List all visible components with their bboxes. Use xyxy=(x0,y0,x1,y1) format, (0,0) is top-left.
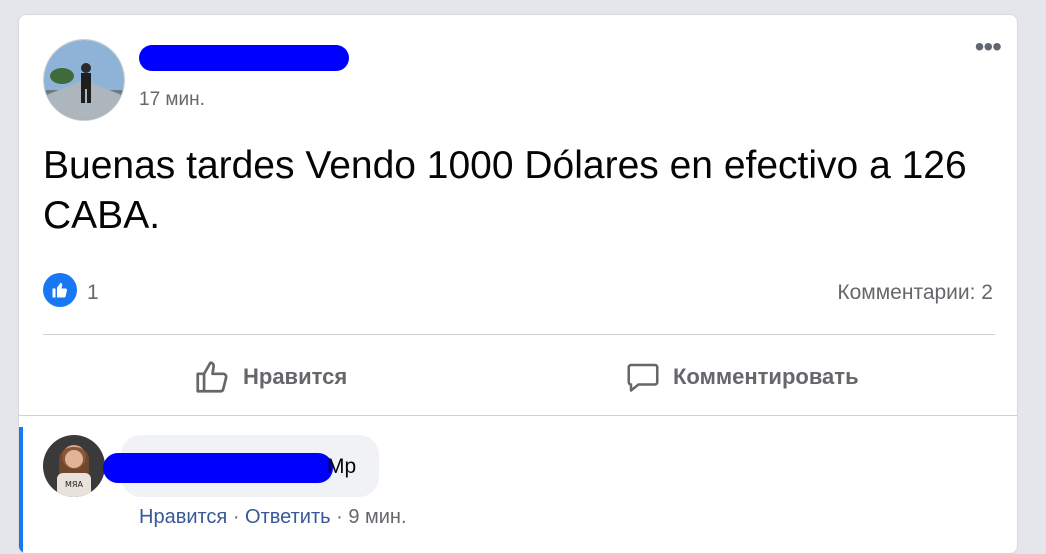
commenter-name-redacted[interactable] xyxy=(103,453,333,483)
like-button-label: Нравится xyxy=(243,364,348,389)
commenter-avatar[interactable]: MЯA xyxy=(43,435,105,497)
comment-accent-bar xyxy=(19,427,23,553)
comment-meta: Нравится · Ответить · 9 мин. xyxy=(139,506,407,529)
avatar-shirt-print: MЯA xyxy=(65,480,83,489)
separator-dot: · xyxy=(330,506,349,528)
commenter-avatar-photo: MЯA xyxy=(43,435,105,497)
author-avatar-photo xyxy=(44,40,124,120)
comment-text: Mp xyxy=(327,455,357,478)
comment-item: MЯA Mp Нравится · Ответить · 9 мин. xyxy=(19,417,1017,553)
comment-button[interactable]: Комментировать xyxy=(625,359,859,395)
thumbs-up-icon xyxy=(52,282,67,298)
author-name-redacted[interactable] xyxy=(139,45,349,71)
author-avatar[interactable] xyxy=(43,39,125,121)
divider xyxy=(19,415,1017,416)
post-card: 17 мин. ••• Buenas tardes Vendo 1000 Dól… xyxy=(18,14,1018,554)
post-timestamp[interactable]: 17 мин. xyxy=(139,89,205,111)
divider xyxy=(43,334,995,335)
comment-reply-link[interactable]: Ответить xyxy=(245,506,331,528)
comments-count[interactable]: Комментарии: 2 xyxy=(837,281,993,305)
thumbs-up-outline-icon xyxy=(196,361,228,393)
more-options-icon[interactable]: ••• xyxy=(975,33,1002,61)
comment-bubble: Mp xyxy=(103,435,379,497)
comment-time[interactable]: 9 мин. xyxy=(348,506,406,528)
like-reaction-icon[interactable] xyxy=(43,273,77,307)
comment-like-link[interactable]: Нравится xyxy=(139,506,227,528)
comment-button-label: Комментировать xyxy=(673,364,859,389)
separator-dot: · xyxy=(227,506,246,528)
like-count[interactable]: 1 xyxy=(87,281,99,305)
comment-bubble-icon xyxy=(627,363,659,392)
post-text: Buenas tardes Vendo 1000 Dólares en efec… xyxy=(43,144,967,237)
like-button[interactable]: Нравится xyxy=(193,359,347,395)
